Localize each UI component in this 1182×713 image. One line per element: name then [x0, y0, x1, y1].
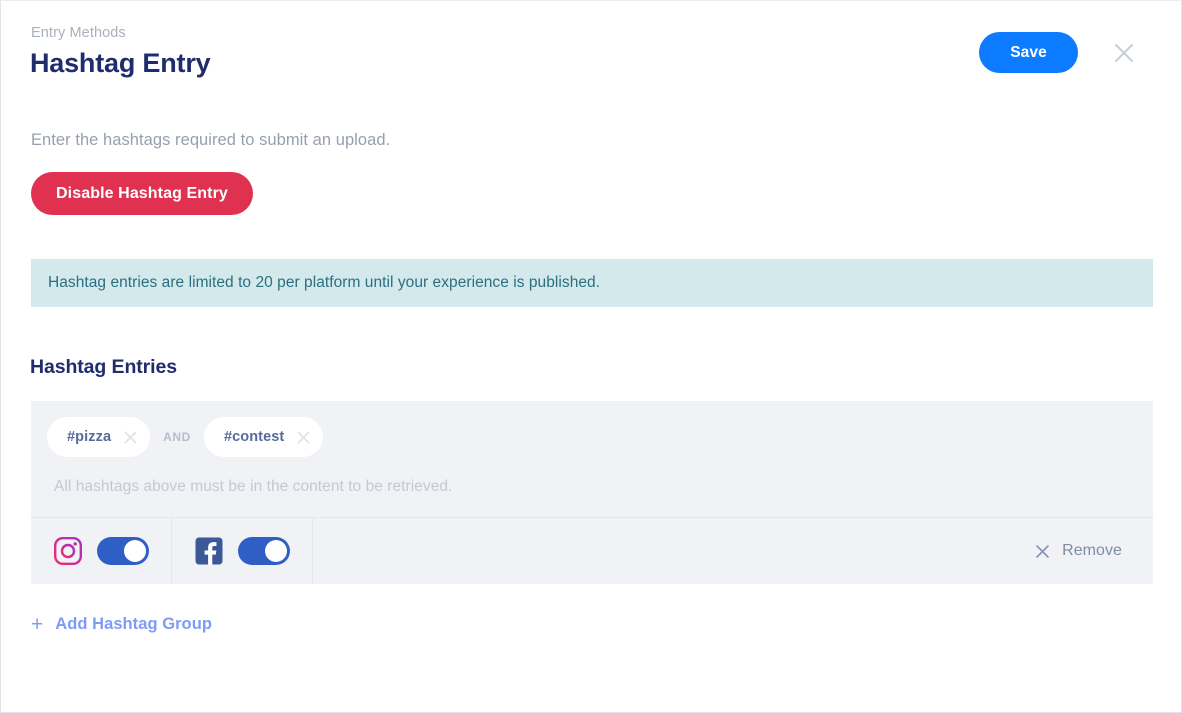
facebook-toggle[interactable] [238, 537, 290, 565]
hashtag-hint-text: All hashtags above must be in the conten… [54, 478, 453, 495]
close-icon[interactable] [1111, 40, 1137, 66]
hashtag-chip-label: #contest [223, 429, 285, 445]
close-icon[interactable] [295, 429, 312, 446]
hashtag-conjunction-label: AND [163, 430, 191, 444]
close-icon [1034, 543, 1051, 560]
hashtag-group-card: #pizza AND #contest All hashtags above m… [31, 401, 1153, 584]
toggle-knob [265, 540, 287, 562]
page-title: Hashtag Entry [30, 48, 211, 78]
plus-icon: + [31, 613, 44, 636]
platform-cell-instagram [31, 518, 172, 584]
platform-cell-facebook [172, 518, 313, 584]
info-banner: Hashtag entries are limited to 20 per pl… [31, 259, 1153, 307]
info-banner-text: Hashtag entries are limited to 20 per pl… [48, 274, 601, 291]
hashtag-chip[interactable]: #contest [203, 417, 324, 457]
facebook-icon [194, 536, 224, 566]
breadcrumb: Entry Methods [31, 25, 126, 41]
hashtag-entry-panel: Entry Methods Hashtag Entry Save Enter t… [0, 0, 1182, 713]
hashtag-chips-area: #pizza AND #contest All hashtags above m… [31, 401, 1153, 517]
panel-header: Entry Methods Hashtag Entry Save [1, 1, 1181, 97]
instagram-toggle[interactable] [97, 537, 149, 565]
hashtag-chip-label: #pizza [67, 429, 112, 445]
remove-group-label: Remove [1062, 542, 1122, 559]
disable-hashtag-entry-button[interactable]: Disable Hashtag Entry [31, 172, 253, 215]
remove-group-button[interactable]: Remove [1034, 518, 1153, 584]
save-button[interactable]: Save [979, 32, 1078, 73]
instagram-icon [53, 536, 83, 566]
intro-description: Enter the hashtags required to submit an… [31, 131, 391, 149]
toggle-knob [124, 540, 146, 562]
close-icon[interactable] [122, 429, 139, 446]
section-title-hashtag-entries: Hashtag Entries [30, 356, 177, 378]
hashtag-chips-row: #pizza AND #contest [47, 417, 324, 457]
hashtag-chip[interactable]: #pizza [47, 417, 151, 457]
platform-toggle-row: Remove [31, 518, 1153, 584]
add-hashtag-group-label: Add Hashtag Group [55, 615, 212, 633]
platform-row-spacer [313, 518, 1034, 584]
add-hashtag-group-button[interactable]: + Add Hashtag Group [31, 614, 212, 635]
